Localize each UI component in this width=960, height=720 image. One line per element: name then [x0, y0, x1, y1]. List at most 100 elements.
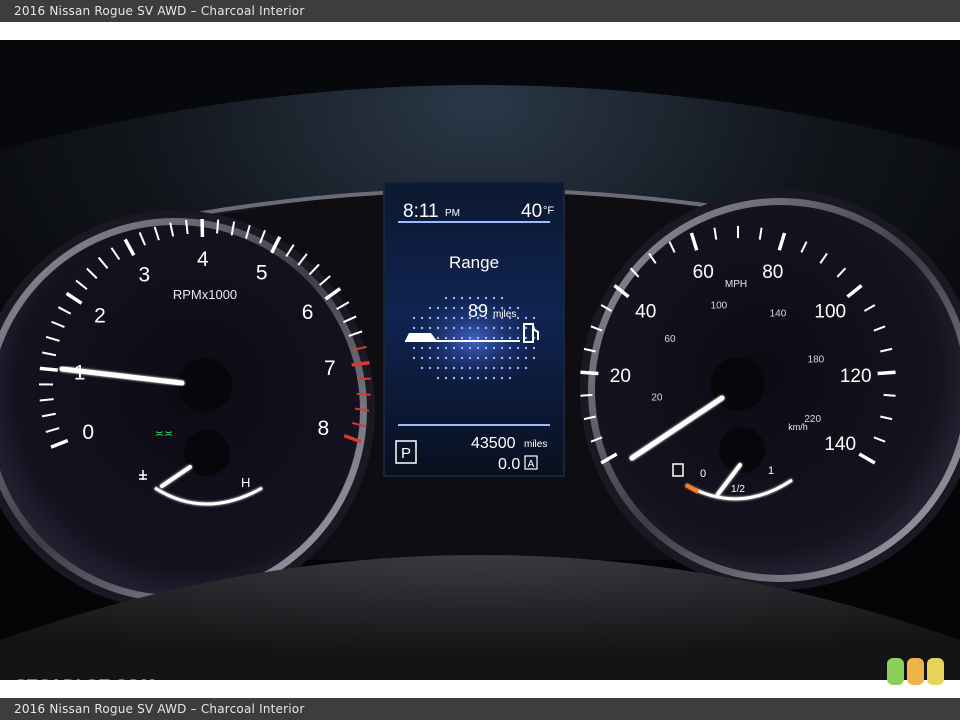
mph-tick — [883, 393, 896, 397]
range-dot — [460, 306, 464, 310]
range-dot — [436, 336, 440, 340]
temp-hub — [184, 430, 230, 476]
range-dot — [460, 336, 464, 340]
tach-label: 4 — [197, 248, 209, 271]
range-dot — [460, 366, 464, 370]
range-value: 89 — [468, 301, 488, 321]
range-dot — [412, 356, 416, 360]
caption-text: 2016 Nissan Rogue SV AWD – Charcoal Inte… — [14, 4, 305, 18]
range-dot — [492, 296, 496, 300]
range-dot — [420, 366, 424, 370]
tach-tick — [39, 398, 54, 402]
range-dot — [492, 356, 496, 360]
mph-label: 60 — [693, 262, 714, 283]
range-dot — [508, 326, 512, 330]
gear-indicator: P — [401, 445, 411, 462]
light-orange — [907, 658, 924, 685]
range-dot — [476, 366, 480, 370]
kmh-label: 140 — [770, 308, 787, 319]
range-dot — [436, 376, 440, 380]
range-unit: miles — [493, 309, 516, 320]
range-dot — [492, 326, 496, 330]
caption-bar-top: 2016 Nissan Rogue SV AWD – Charcoal Inte… — [0, 0, 960, 22]
range-dot — [500, 376, 504, 380]
range-dot — [516, 366, 520, 370]
multi-info-display: 8:11 PM 40 °F Range 89 miles P 43500 mil… — [383, 181, 565, 477]
range-dot — [524, 336, 528, 340]
range-dot — [412, 326, 416, 330]
range-dot — [428, 366, 432, 370]
headlight-indicator-icon: ≍≍ — [155, 428, 173, 440]
caption-bar-bottom: 2016 Nissan Rogue SV AWD – Charcoal Inte… — [0, 698, 960, 720]
range-dot — [476, 376, 480, 380]
mph-label: 80 — [762, 262, 783, 283]
range-dot — [468, 366, 472, 370]
odometer-value: 43500 — [471, 435, 516, 452]
tach-tick — [356, 377, 371, 381]
range-dot — [508, 336, 512, 340]
range-dot — [452, 356, 456, 360]
tach-tick — [351, 360, 370, 367]
range-dot — [508, 346, 512, 350]
range-dot — [452, 316, 456, 320]
temp-hot-label: H — [241, 475, 250, 490]
white-border — [0, 22, 960, 40]
tach-tick — [216, 219, 220, 234]
range-dot — [484, 346, 488, 350]
range-dot — [460, 346, 464, 350]
traffic-light-icon — [887, 658, 944, 685]
range-dot — [532, 356, 536, 360]
range-dot — [460, 316, 464, 320]
range-dot — [492, 366, 496, 370]
range-dot — [476, 356, 480, 360]
range-dot — [436, 366, 440, 370]
range-dot — [436, 316, 440, 320]
range-dot — [452, 346, 456, 350]
mph-label: 120 — [840, 366, 872, 387]
range-dot — [500, 296, 504, 300]
range-dot — [420, 316, 424, 320]
caption-text-bottom: 2016 Nissan Rogue SV AWD – Charcoal Inte… — [14, 702, 305, 716]
kmh-unit-label: km/h — [788, 422, 808, 432]
range-dot — [452, 296, 456, 300]
mph-label: 20 — [610, 366, 631, 387]
light-yellow — [927, 658, 944, 685]
range-dot — [468, 346, 472, 350]
range-dot — [492, 346, 496, 350]
range-dot — [412, 346, 416, 350]
range-dot — [412, 316, 416, 320]
range-dot — [508, 376, 512, 380]
mph-tick — [580, 393, 593, 397]
range-dot — [460, 376, 464, 380]
range-dot — [508, 366, 512, 370]
tach-label: 0 — [82, 421, 94, 444]
range-dot — [452, 366, 456, 370]
range-dot — [428, 356, 432, 360]
range-dot — [444, 366, 448, 370]
range-dot — [420, 356, 424, 360]
range-dot — [524, 366, 528, 370]
range-dot — [444, 346, 448, 350]
dashboard-photo: 0 1 2 3 4 5 6 7 8 RPMx1000 H ≍≍ 8:11 PM 40 °F Ra… — [0, 40, 960, 680]
range-dot — [444, 316, 448, 320]
range-dot — [428, 306, 432, 310]
range-dot — [444, 326, 448, 330]
tach-label: 8 — [318, 417, 330, 440]
range-dot — [500, 336, 504, 340]
fuel-label-full: 1 — [768, 465, 774, 477]
screen-title: Range — [449, 253, 499, 272]
range-dot — [516, 326, 520, 330]
range-dot — [468, 336, 472, 340]
outside-temperature: 40 — [521, 201, 542, 222]
range-dot — [484, 356, 488, 360]
range-dot — [428, 326, 432, 330]
range-dot — [524, 316, 528, 320]
tach-label: 7 — [324, 357, 336, 380]
mph-unit-label: MPH — [725, 279, 747, 290]
range-dot — [516, 316, 520, 320]
range-dot — [500, 346, 504, 350]
range-dot — [476, 346, 480, 350]
clock-time: 8:11 — [403, 201, 439, 222]
range-dot — [532, 346, 536, 350]
range-dot — [516, 336, 520, 340]
